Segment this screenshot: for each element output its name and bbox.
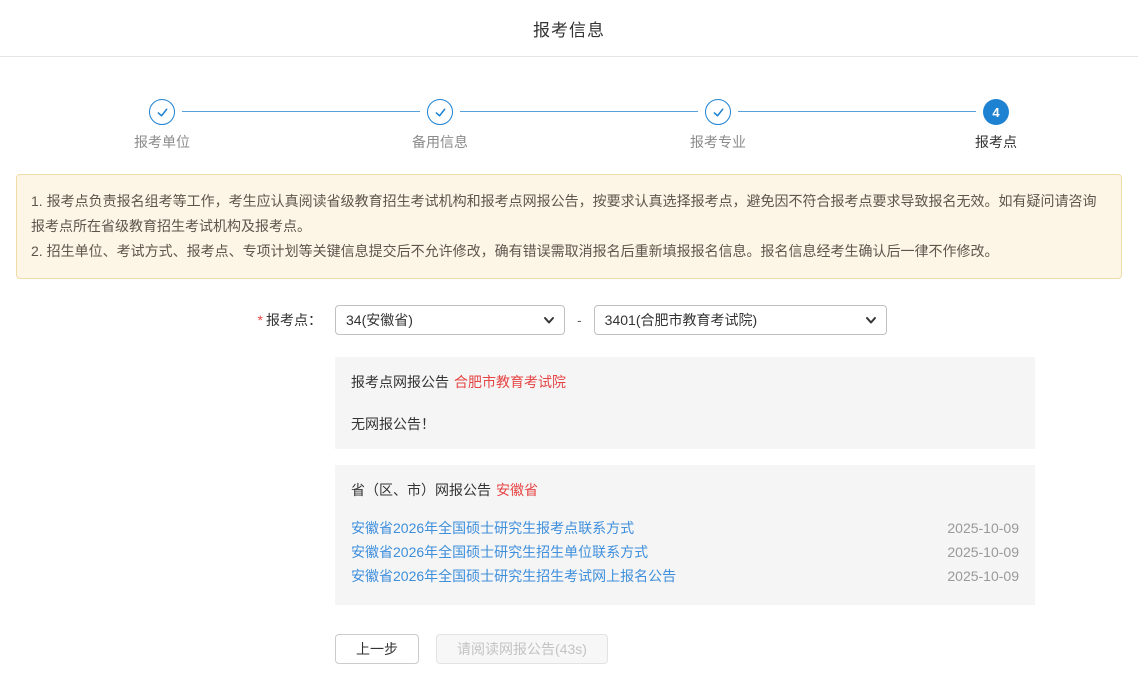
check-icon <box>156 106 169 119</box>
step-major: 报考专业 <box>648 99 788 152</box>
step-done-circle <box>427 99 453 125</box>
step-done-circle <box>149 99 175 125</box>
notice-line: 1. 报考点负责报名组考等工作，考生应认真阅读省级教育招生考试机构和报考点网报公… <box>31 189 1107 239</box>
application-info-page: 报考信息 报考单位 备用信息 报考专业 4 报考点 <box>0 0 1138 664</box>
site-notice-title: 报考点网报公告 <box>351 374 449 390</box>
site-notice-panel: 报考点网报公告合肥市教育考试院 无网报公告！ <box>335 357 1035 449</box>
required-asterisk: * <box>258 312 263 328</box>
notice-link[interactable]: 安徽省2026年全国硕士研究生招生考试网上报名公告 <box>351 566 676 586</box>
step-backup-info: 备用信息 <box>370 99 510 152</box>
notice-list-item: 安徽省2026年全国硕士研究生报考点联系方式 2025-10-09 <box>351 516 1019 540</box>
read-notice-countdown-button[interactable]: 请阅读网报公告(43s) <box>436 634 608 664</box>
step-admission-unit: 报考单位 <box>92 99 232 152</box>
province-notice-panel: 省（区、市）网报公告安徽省 安徽省2026年全国硕士研究生报考点联系方式 202… <box>335 465 1035 605</box>
action-buttons: 上一步 请阅读网报公告(43s) <box>335 634 1138 664</box>
notice-box: 1. 报考点负责报名组考等工作，考生应认真阅读省级教育招生考试机构和报考点网报公… <box>16 174 1122 279</box>
exam-site-select[interactable]: 3401(合肥市教育考试院) <box>594 305 887 335</box>
field-label-text: 报考点： <box>266 312 322 328</box>
notice-date: 2025-10-09 <box>947 544 1019 560</box>
progress-stepper: 报考单位 备用信息 报考专业 4 报考点 <box>0 99 1138 149</box>
province-select-value: 34(安徽省) <box>346 310 413 330</box>
province-notice-title: 省（区、市）网报公告 <box>351 482 491 498</box>
exam-site-form-row: *报考点： 34(安徽省) - 3401(合肥市教育考试院) <box>0 305 1138 335</box>
site-notice-header: 报考点网报公告合肥市教育考试院 <box>351 372 1019 392</box>
notice-list-item: 安徽省2026年全国硕士研究生招生考试网上报名公告 2025-10-09 <box>351 564 1019 588</box>
notice-link[interactable]: 安徽省2026年全国硕士研究生报考点联系方式 <box>351 518 634 538</box>
step-label: 备用信息 <box>370 132 510 152</box>
notice-date: 2025-10-09 <box>947 520 1019 536</box>
select-separator: - <box>577 312 582 328</box>
exam-site-select-value: 3401(合肥市教育考试院) <box>605 310 757 330</box>
step-label: 报考单位 <box>92 132 232 152</box>
check-icon <box>712 106 725 119</box>
exam-site-label: *报考点： <box>0 310 335 330</box>
notice-link[interactable]: 安徽省2026年全国硕士研究生招生单位联系方式 <box>351 542 648 562</box>
notice-line: 2. 招生单位、考试方式、报考点、专项计划等关键信息提交后不允许修改，确有错误需… <box>31 239 1107 264</box>
notice-date: 2025-10-09 <box>947 568 1019 584</box>
step-label: 报考专业 <box>648 132 788 152</box>
step-number-circle: 4 <box>983 99 1009 125</box>
check-icon <box>434 106 447 119</box>
province-notice-header: 省（区、市）网报公告安徽省 <box>351 480 1019 500</box>
page-header: 报考信息 <box>0 0 1138 57</box>
step-label: 报考点 <box>926 132 1066 152</box>
chevron-down-icon <box>543 314 555 326</box>
site-notice-empty-text: 无网报公告！ <box>351 414 1019 434</box>
province-select[interactable]: 34(安徽省) <box>335 305 565 335</box>
page-title: 报考信息 <box>533 16 605 41</box>
site-notice-site-name: 合肥市教育考试院 <box>454 374 566 390</box>
province-notice-list: 安徽省2026年全国硕士研究生报考点联系方式 2025-10-09 安徽省202… <box>351 516 1019 588</box>
province-notice-province-name: 安徽省 <box>496 482 538 498</box>
chevron-down-icon <box>865 314 877 326</box>
notice-list-item: 安徽省2026年全国硕士研究生招生单位联系方式 2025-10-09 <box>351 540 1019 564</box>
previous-step-button[interactable]: 上一步 <box>335 634 419 664</box>
step-done-circle <box>705 99 731 125</box>
step-exam-site: 4 报考点 <box>926 99 1066 152</box>
